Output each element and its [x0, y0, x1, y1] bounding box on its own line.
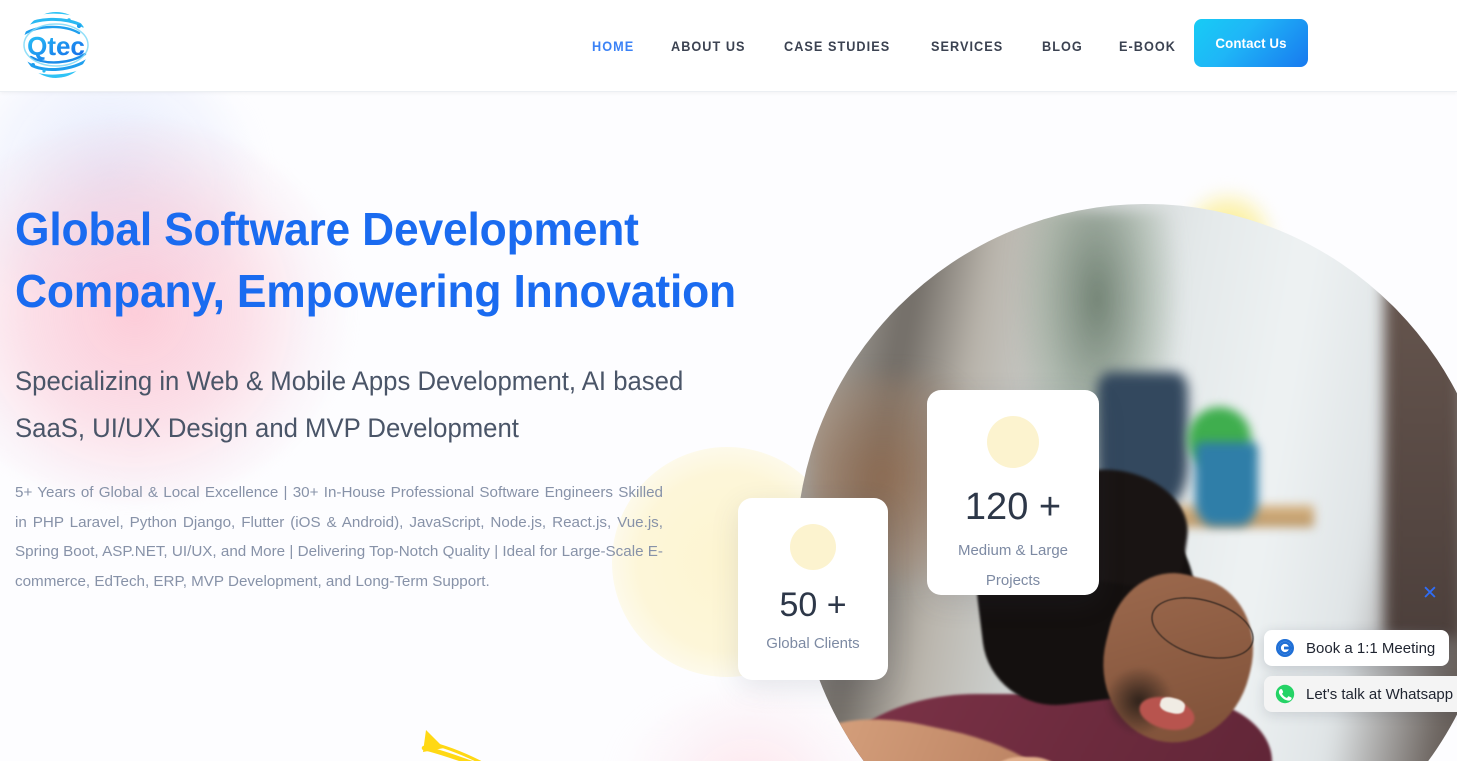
whatsapp-widget[interactable]: Let's talk at Whatsapp	[1264, 676, 1457, 712]
nav-item-home[interactable]: HOME	[592, 39, 654, 54]
nav-item-case-studies[interactable]: CASE STUDIES	[784, 39, 910, 54]
hero-copy: Global Software Development Company, Emp…	[15, 198, 736, 596]
nav-item-e-book[interactable]: E-BOOK	[1119, 39, 1196, 54]
stat-label: Global Clients	[766, 635, 860, 652]
hero-title: Global Software Development Company, Emp…	[15, 198, 736, 322]
hero-title-line-2: Company, Empowering Innovation	[15, 265, 736, 317]
book-meeting-label: Book a 1:1 Meeting	[1306, 639, 1436, 657]
stat-label: Medium & Large Projects	[957, 542, 1069, 589]
qtec-logo[interactable]: Qtec	[15, 5, 97, 85]
hero-description: 5+ Years of Global & Local Excellence | …	[15, 484, 663, 590]
site-header: Qtec HOME ABOUT US CASE STUDIES SERVICES…	[0, 0, 1457, 92]
hero-subtitle: Specializing in Web & Mobile Apps Develo…	[15, 366, 684, 443]
close-chat-widget-button[interactable]: ✕	[1420, 584, 1440, 604]
stat-value: 120 +	[964, 486, 1062, 528]
contact-us-button[interactable]: Contact Us	[1194, 19, 1308, 67]
stat-decorative-circle	[790, 524, 836, 570]
page-root: Qtec HOME ABOUT US CASE STUDIES SERVICES…	[0, 0, 1457, 761]
whatsapp-icon	[1275, 684, 1295, 704]
whatsapp-label: Let's talk at Whatsapp	[1306, 685, 1454, 703]
stat-value: 50 +	[779, 586, 847, 624]
main-navigation: HOME ABOUT US CASE STUDIES SERVICES BLOG…	[592, 0, 1214, 92]
qtec-globe-icon: Qtec	[23, 12, 89, 78]
svg-text:Qtec: Qtec	[27, 31, 85, 61]
nav-item-about-us[interactable]: ABOUT US	[671, 39, 765, 54]
blue-plant-pot	[1195, 442, 1258, 526]
nav-item-services[interactable]: SERVICES	[931, 39, 1023, 54]
yellow-arrow-icon	[421, 730, 482, 761]
stat-card-global-clients: 50 + Global Clients	[738, 498, 888, 680]
calendly-icon	[1276, 639, 1294, 657]
hero-title-line-1: Global Software Development	[15, 203, 639, 255]
window-frame	[1384, 204, 1457, 638]
stat-card-projects: 120 + Medium & Large Projects	[927, 390, 1099, 595]
hero-section: Global Software Development Company, Emp…	[0, 92, 1457, 761]
stat-decorative-circle	[987, 416, 1039, 468]
book-meeting-widget[interactable]: Book a 1:1 Meeting	[1264, 630, 1449, 666]
nav-item-blog[interactable]: BLOG	[1042, 39, 1103, 54]
